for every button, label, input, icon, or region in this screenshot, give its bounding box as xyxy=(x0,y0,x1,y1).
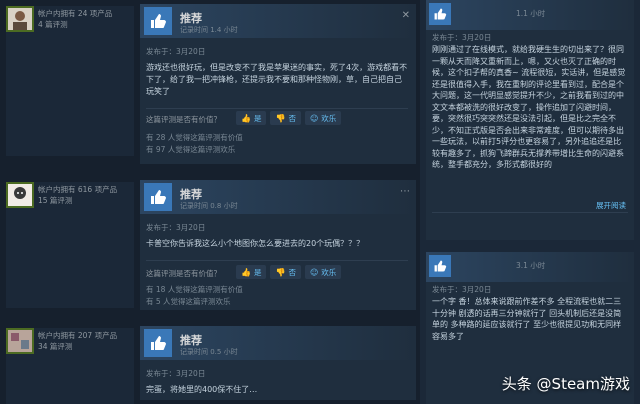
review-card: 帐户内拥有 207 项产品 34 篇评测 推荐 记录时间 0.5 小时 发布于：… xyxy=(0,322,420,404)
review-titlebar: 推荐 记录时间 1.4 小时 ✕ xyxy=(140,4,416,38)
vote-yes-button[interactable]: 👍 是 xyxy=(236,111,267,125)
watermark: 头条 @Steam游戏 xyxy=(501,375,630,393)
vote-no-button[interactable]: 👎 否 xyxy=(270,265,301,279)
review-author: 帐户内拥有 207 项产品 34 篇评测 xyxy=(6,328,134,404)
review-date: 发布于：3月20日 xyxy=(146,47,206,56)
review-hours: 记录时间 0.5 小时 xyxy=(180,348,238,356)
avatar[interactable] xyxy=(6,182,34,208)
review-text: 卡普空你告诉我这么小个地图你怎么要进去的20个玩偶？？？ xyxy=(146,239,365,248)
funny-count: 有 97 人觉得这篇评测欢乐 xyxy=(146,145,236,154)
review-author: 帐户内拥有 616 项产品 15 篇评测 xyxy=(6,182,134,308)
side-review-date: 发布于：3月20日 xyxy=(432,285,492,294)
review-hours: 记录时间 0.8 小时 xyxy=(180,202,238,210)
vote-yes-button[interactable]: 👍 是 xyxy=(236,265,267,279)
vote-funny-button[interactable]: ☺ 欢乐 xyxy=(304,111,342,125)
review-card: 帐户内拥有 616 项产品 15 篇评测 推荐 记录时间 0.8 小时 ⋯ 发布… xyxy=(0,176,420,314)
author-reviews[interactable]: 4 篇评测 xyxy=(38,19,134,30)
thumbs-down-icon: 👎 xyxy=(275,267,286,277)
thumbs-up-icon xyxy=(429,3,451,25)
avatar[interactable] xyxy=(6,328,34,354)
text-fade xyxy=(426,168,634,198)
author-reviews[interactable]: 15 篇评测 xyxy=(38,195,134,206)
author-reviews[interactable]: 34 篇评测 xyxy=(38,341,134,352)
review-author: 帐户内拥有 24 项产品 4 篇评测 xyxy=(6,6,134,156)
author-products[interactable]: 帐户内拥有 616 项产品 xyxy=(38,184,134,195)
review-date: 发布于：3月20日 xyxy=(146,223,206,232)
review-verdict: 推荐 xyxy=(180,188,202,201)
thumbs-up-icon xyxy=(429,255,451,277)
author-products[interactable]: 帐户内拥有 207 项产品 xyxy=(38,330,134,341)
smile-icon: ☺ xyxy=(309,113,319,123)
review-text: 完蛋，将她里的400保不住了… xyxy=(146,385,258,394)
vote-no-button[interactable]: 👎 否 xyxy=(270,111,301,125)
review-body: 推荐 记录时间 0.5 小时 发布于：3月20日 完蛋，将她里的400保不住了… xyxy=(140,326,416,400)
helpful-count: 有 18 人觉得这篇评测有价值 xyxy=(146,285,243,294)
close-icon[interactable]: ✕ xyxy=(402,10,410,21)
thumbs-up-icon xyxy=(144,329,172,357)
side-review-header: 3.1 小时 xyxy=(426,252,634,282)
expand-link[interactable]: 展开阅读 xyxy=(596,200,626,211)
review-hours: 记录时间 1.4 小时 xyxy=(180,26,238,34)
helpful-question: 这篇评测是否有价值？ xyxy=(146,269,221,278)
review-titlebar: 推荐 记录时间 0.5 小时 xyxy=(140,326,416,360)
side-review-text: 一个字 香！总体来说跟前作差不多 全程流程也就二三十分钟 剧透的话再三分钟就行了… xyxy=(432,297,622,341)
side-reviews-column: 1.1 小时 发布于：3月20日 刚刚通过了在线模式，就给我硬生生的切出来了？很… xyxy=(420,0,640,404)
author-products[interactable]: 帐户内拥有 24 项产品 xyxy=(38,8,134,19)
reviews-column: 帐户内拥有 24 项产品 4 篇评测 推荐 记录时间 1.4 小时 ✕ 发布于：… xyxy=(0,0,420,404)
side-review-header: 1.1 小时 xyxy=(426,0,634,30)
side-review-text: 刚刚通过了在线模式，就给我硬生生的切出来了？很同一颗从天而降又重新而上，嗯，又火… xyxy=(432,45,626,169)
thumbs-up-icon xyxy=(144,183,172,211)
vote-funny-button[interactable]: ☺ 欢乐 xyxy=(304,265,342,279)
divider xyxy=(146,260,408,261)
more-icon[interactable]: ⋯ xyxy=(400,186,410,197)
thumbs-up-icon xyxy=(144,7,172,35)
divider xyxy=(432,212,628,213)
side-review-hours: 3.1 小时 xyxy=(516,261,546,270)
avatar[interactable] xyxy=(6,6,34,32)
divider xyxy=(146,108,408,109)
side-review-card: 1.1 小时 发布于：3月20日 刚刚通过了在线模式，就给我硬生生的切出来了？很… xyxy=(426,0,634,240)
helpful-count: 有 28 人觉得这篇评测有价值 xyxy=(146,133,243,142)
review-titlebar: 推荐 记录时间 0.8 小时 ⋯ xyxy=(140,180,416,214)
review-text: 游戏还也很好玩，但是改变不了我是苹果迷的事实，死了4次，游戏都看不下了，给了我一… xyxy=(146,63,408,96)
review-body: 推荐 记录时间 0.8 小时 ⋯ 发布于：3月20日 卡普空你告诉我这么小个地图… xyxy=(140,180,416,310)
smile-icon: ☺ xyxy=(309,267,319,277)
side-review-date: 发布于：3月20日 xyxy=(432,33,492,42)
thumbs-up-icon: 👍 xyxy=(241,267,251,277)
review-verdict: 推荐 xyxy=(180,334,202,347)
helpful-question: 这篇评测是否有价值？ xyxy=(146,115,221,124)
thumbs-up-icon: 👍 xyxy=(241,113,251,123)
thumbs-down-icon: 👎 xyxy=(275,113,286,123)
funny-count: 有 5 人觉得这篇评测欢乐 xyxy=(146,297,231,306)
review-body: 推荐 记录时间 1.4 小时 ✕ 发布于：3月20日 游戏还也很好玩，但是改变不… xyxy=(140,4,416,164)
review-verdict: 推荐 xyxy=(180,12,202,25)
review-date: 发布于：3月20日 xyxy=(146,369,206,378)
side-review-hours: 1.1 小时 xyxy=(516,9,546,18)
review-card: 帐户内拥有 24 项产品 4 篇评测 推荐 记录时间 1.4 小时 ✕ 发布于：… xyxy=(0,0,420,168)
